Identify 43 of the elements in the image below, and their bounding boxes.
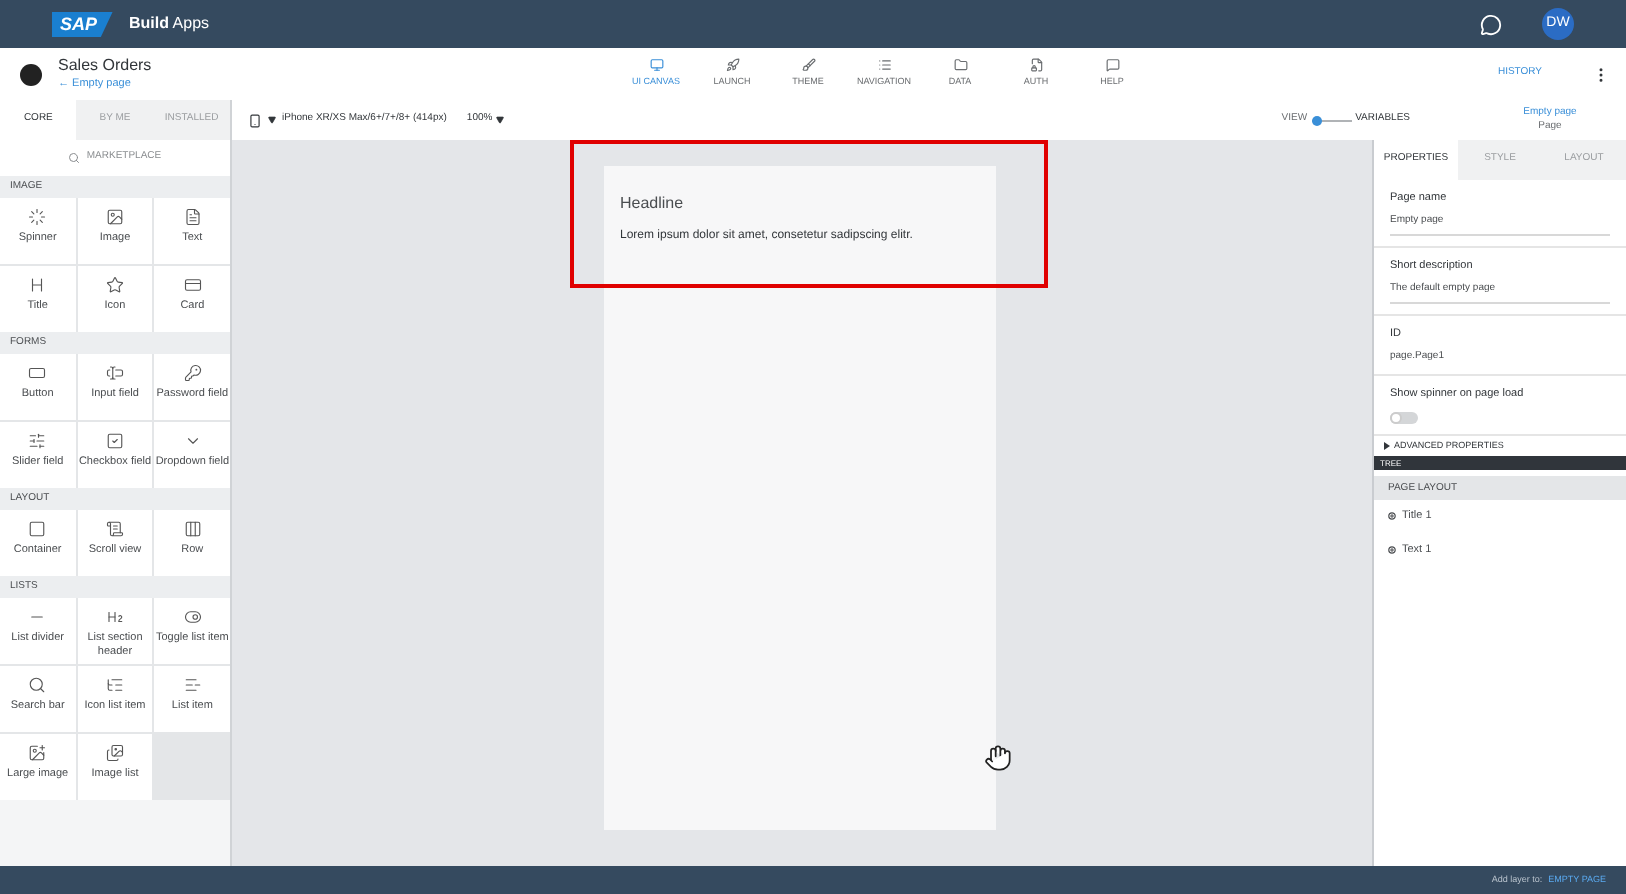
folder-icon — [953, 58, 967, 73]
images-icon — [105, 744, 124, 762]
list-icon — [183, 676, 202, 694]
spinner-icon — [28, 208, 47, 226]
circle-plus-icon — [1388, 545, 1396, 554]
list-icon — [877, 58, 891, 73]
headline-text[interactable]: Headline — [620, 192, 980, 216]
button-shape-icon — [28, 364, 47, 382]
text-block-icon — [183, 208, 202, 226]
scroll-icon — [105, 520, 124, 538]
chat-icon[interactable] — [1480, 13, 1502, 35]
chevron-icon — [183, 432, 202, 450]
list-icon — [105, 676, 124, 694]
caret-icon — [268, 116, 276, 124]
image-icon — [28, 744, 47, 762]
sliders-icon — [28, 432, 47, 450]
project-title: Sales Orders — [58, 56, 154, 76]
product-name: Build Apps — [129, 12, 210, 36]
heading-icon — [28, 276, 47, 294]
phone-icon — [248, 113, 262, 127]
columns-icon — [183, 520, 202, 538]
search-icon — [28, 676, 47, 694]
square-icon — [28, 520, 47, 538]
logo: SAP — [52, 11, 114, 37]
star-icon — [105, 276, 124, 294]
card-icon — [183, 276, 202, 294]
toggle-switch[interactable] — [1390, 411, 1418, 423]
circle-plus-icon — [1388, 512, 1396, 521]
toggle-icon — [183, 608, 202, 626]
monitor-icon — [649, 58, 663, 73]
checkbox-icon — [105, 432, 124, 450]
image-icon — [105, 208, 124, 226]
caret-icon — [1384, 441, 1390, 450]
caret-icon — [496, 116, 505, 124]
rocket-icon — [725, 58, 739, 73]
file-lock-icon — [1029, 58, 1043, 73]
heading-icon — [105, 608, 124, 626]
app-logo — [20, 63, 42, 85]
search-icon — [68, 152, 81, 164]
text-cursor-icon — [105, 364, 124, 382]
key-icon — [183, 364, 202, 382]
chat-icon — [1105, 58, 1119, 73]
brush-icon — [801, 58, 815, 73]
